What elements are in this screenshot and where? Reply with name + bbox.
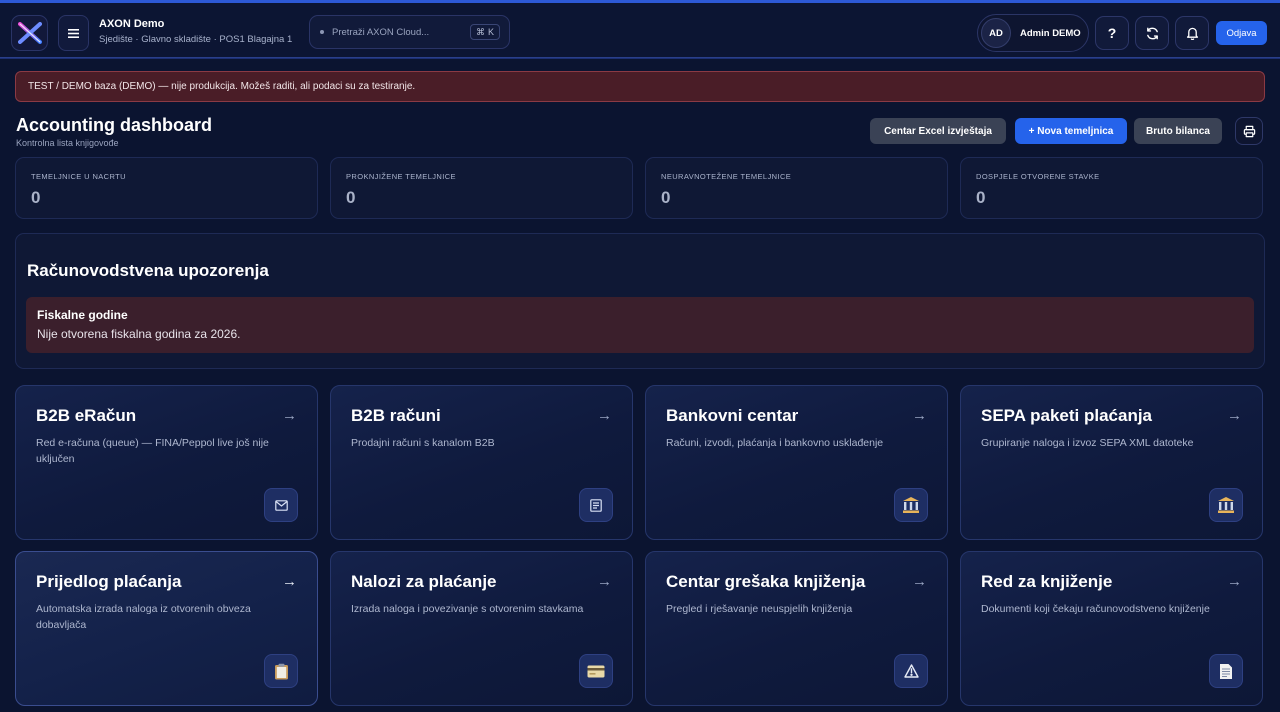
user-name: Admin DEMO <box>1020 27 1081 39</box>
stat-unbalanced-journals: Neuravnotežene temeljnice 0 <box>645 157 948 219</box>
card-description: Automatska izrada naloga iz otvorenih ob… <box>36 603 251 631</box>
card-payment-orders[interactable]: Nalozi za plaćanje → Izrada naloga i pov… <box>330 551 633 706</box>
top-bar: AXON Demo Sjedište · Glavno skladište · … <box>0 0 1280 58</box>
command-key-icon: ⌘ <box>475 26 485 37</box>
stat-draft-journals: Temeljnice u nacrtu 0 <box>15 157 318 219</box>
card-title: B2B eRačun <box>36 406 137 425</box>
refresh-button[interactable] <box>1135 16 1169 50</box>
new-journal-button[interactable]: + Nova temeljnica <box>1015 118 1127 144</box>
avatar: AD <box>981 18 1011 48</box>
page-subtitle: Kontrolna lista knjigovođe <box>16 138 119 148</box>
demo-banner: TEST / DEMO baza (DEMO) — nije produkcij… <box>15 71 1265 102</box>
card-sepa-payments[interactable]: SEPA paketi plaćanja → Grupiranje naloga… <box>960 385 1263 540</box>
stat-value: 0 <box>31 188 41 207</box>
warnings-title: Računovodstvena upozorenja <box>27 261 269 280</box>
arrow-right-icon: → <box>912 573 927 590</box>
card-posting-queue[interactable]: Red za knjiženje → Dokumenti koji čekaju… <box>960 551 1263 706</box>
location-breadcrumb: Sjedište · Glavno skladište · POS1 Blaga… <box>99 34 293 45</box>
stat-value: 0 <box>661 188 671 207</box>
card-bank-center[interactable]: Bankovni centar → Računi, izvodi, plaćan… <box>645 385 948 540</box>
logout-button[interactable]: Odjava <box>1216 21 1267 45</box>
stat-value: 0 <box>976 188 986 207</box>
card-payment-proposal[interactable]: Prijedlog plaćanja → Automatska izrada n… <box>15 551 318 706</box>
warning-item: Fiskalne godine Nije otvorena fiskalna g… <box>26 297 1254 353</box>
card-posting-errors[interactable]: Centar grešaka knjiženja → Pregled i rje… <box>645 551 948 706</box>
stat-label: Neuravnotežene temeljnice <box>661 172 792 181</box>
excel-reports-button[interactable]: Centar Excel izvještaja <box>870 118 1006 144</box>
arrow-right-icon: → <box>282 407 297 424</box>
print-button[interactable] <box>1235 117 1263 145</box>
card-title: Bankovni centar <box>666 406 799 425</box>
stat-label: Temeljnice u nacrtu <box>31 172 126 181</box>
card-description: Računi, izvodi, plaćanja i bankovno uskl… <box>666 437 884 449</box>
warning-icon <box>894 654 928 688</box>
arrow-right-icon: → <box>912 407 927 424</box>
global-search[interactable]: Pretraži AXON Cloud... ⌘ K <box>309 15 510 49</box>
axon-logo-icon[interactable] <box>11 15 48 51</box>
app-title: AXON Demo <box>99 18 165 30</box>
card-b2b-invoices[interactable]: B2B računi → Prodajni računi s kanalom B… <box>330 385 633 540</box>
menu-button[interactable] <box>58 15 89 51</box>
notifications-button[interactable] <box>1175 16 1209 50</box>
accounting-warnings-panel: Računovodstvena upozorenja Fiskalne godi… <box>15 233 1265 369</box>
search-placeholder: Pretraži AXON Cloud... <box>332 26 430 38</box>
page-title: Accounting dashboard <box>16 115 213 135</box>
arrow-right-icon: → <box>597 573 612 590</box>
card-title: Centar grešaka knjiženja <box>666 572 866 591</box>
card-b2b-einvoice[interactable]: B2B eRačun → Red e-računa (queue) — FINA… <box>15 385 318 540</box>
warning-item-text: Nije otvorena fiskalna godina za 2026. <box>37 327 241 341</box>
search-shortcut: ⌘ K <box>469 24 500 40</box>
stat-value: 0 <box>346 188 356 207</box>
credit-card-icon <box>579 654 613 688</box>
trial-balance-button[interactable]: Bruto bilanca <box>1134 118 1222 144</box>
search-icon <box>320 30 324 34</box>
mail-icon <box>264 488 298 522</box>
stat-overdue-items: Dospjele otvorene stavke 0 <box>960 157 1263 219</box>
card-description: Pregled i rješavanje neuspjelih knjiženj… <box>666 603 853 615</box>
arrow-right-icon: → <box>1227 573 1242 590</box>
card-title: Nalozi za plaćanje <box>351 572 497 591</box>
bank-icon <box>1209 488 1243 522</box>
bell-icon <box>1186 27 1198 40</box>
card-title: Red za knjiženje <box>981 572 1113 591</box>
shortcut-key: K <box>487 27 494 37</box>
card-title: B2B računi <box>351 406 441 425</box>
bank-icon <box>894 488 928 522</box>
stat-label: Proknjižene temeljnice <box>346 172 456 181</box>
user-menu[interactable]: AD Admin DEMO <box>977 14 1089 52</box>
printer-icon <box>1243 125 1255 137</box>
clipboard-icon <box>264 654 298 688</box>
card-description: Izrada naloga i povezivanje s otvorenim … <box>351 603 584 615</box>
stat-label: Dospjele otvorene stavke <box>976 172 1100 181</box>
card-title: SEPA paketi plaćanja <box>981 406 1153 425</box>
help-button[interactable]: ? <box>1095 16 1129 50</box>
receipt-icon <box>579 488 613 522</box>
arrow-right-icon: → <box>597 407 612 424</box>
card-title: Prijedlog plaćanja <box>36 572 182 591</box>
stat-posted-journals: Proknjižene temeljnice 0 <box>330 157 633 219</box>
help-icon: ? <box>1107 25 1117 41</box>
refresh-icon <box>1146 27 1158 39</box>
arrow-right-icon: → <box>282 573 297 590</box>
warning-item-title: Fiskalne godine <box>37 308 128 322</box>
arrow-right-icon: → <box>1227 407 1242 424</box>
card-description: Dokumenti koji čekaju računovodstveno kn… <box>981 603 1210 615</box>
hamburger-icon <box>68 28 79 38</box>
card-description: Prodajni računi s kanalom B2B <box>351 437 495 449</box>
card-description: Grupiranje naloga i izvoz SEPA XML datot… <box>981 437 1194 449</box>
card-description: Red e-računa (queue) — FINA/Peppol live … <box>36 437 269 465</box>
document-icon <box>1209 654 1243 688</box>
